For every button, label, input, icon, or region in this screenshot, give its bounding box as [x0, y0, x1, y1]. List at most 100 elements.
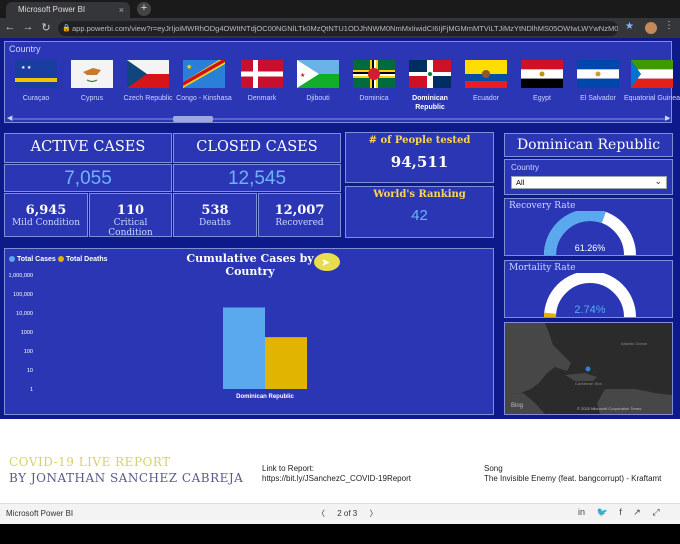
page-navigator: 〈 2 of 3 〉	[312, 508, 382, 519]
scroll-right-icon[interactable]: ▶	[665, 114, 670, 122]
active-cases-card: 7,055	[4, 164, 172, 192]
legend-dot	[58, 256, 64, 263]
menu-icon[interactable]: ⋮	[664, 20, 674, 31]
people-tested-value: 94,511	[390, 153, 449, 171]
flag-egypt[interactable]	[521, 60, 563, 88]
y-tick-label: 100,000	[13, 292, 33, 298]
map-visual[interactable]: Atlantic Ocean Caribbean Sea Bing © 2020…	[504, 322, 673, 415]
new-tab-button[interactable]: +	[137, 2, 151, 16]
country-label[interactable]: Czech Republic	[119, 94, 177, 103]
flag-djibouti[interactable]: ★	[297, 60, 339, 88]
reload-icon[interactable]: ↻	[40, 21, 52, 34]
dropdown-label: Country	[511, 163, 540, 172]
closed-cases-header: CLOSED CASES	[173, 133, 341, 163]
twitter-icon[interactable]: 🐦	[597, 507, 608, 517]
scroll-thumb[interactable]	[173, 116, 213, 122]
report-author: BY JONATHAN SANCHEZ CABREJA	[9, 471, 244, 485]
bottom-bar	[0, 524, 680, 544]
map-canvas: Atlantic Ocean Caribbean Sea Bing © 2020…	[505, 323, 672, 414]
star-icon[interactable]: ★	[625, 21, 634, 32]
legend-label: Total Cases	[17, 256, 56, 263]
address-bar[interactable]: 🔒 app.powerbi.com/view?r=eyJrIjoiMWRhODg…	[58, 21, 618, 36]
mild-condition-value: 6,945	[25, 203, 67, 218]
bar-total-deaths[interactable]	[265, 337, 307, 389]
legend-dot	[9, 256, 15, 263]
report-title: COVID-19 LIVE REPORT	[9, 455, 171, 469]
scroll-track	[13, 118, 669, 120]
scroll-left-icon[interactable]: ◀	[7, 114, 12, 122]
closed-cases-card: 12,545	[173, 164, 341, 192]
flag-equatorial-guinea[interactable]	[631, 60, 673, 88]
report-link[interactable]: https://bit.ly/JSanchezC_COVID-19Report	[262, 474, 411, 483]
country-label[interactable]: Curaçao	[7, 94, 65, 103]
map-label-ocean: Atlantic Ocean	[621, 341, 647, 346]
active-cases-value: 7,055	[64, 168, 112, 189]
prev-page-icon[interactable]: 〈	[317, 509, 325, 518]
page: Microsoft Power BI × + ← → ↻ 🔒 app.power…	[0, 0, 680, 544]
avatar[interactable]	[645, 22, 657, 34]
country-label[interactable]: Egypt	[513, 94, 571, 103]
y-tick-label: 10	[27, 368, 33, 374]
country-label[interactable]: Equatorial Guinea	[623, 94, 680, 103]
chevron-down-icon: ⌄	[654, 176, 662, 186]
svg-text:★: ★	[300, 72, 305, 79]
world-ranking-card: World's Ranking 42	[345, 186, 494, 238]
cumulative-cases-chart: Total Cases Total Deaths Cumulative Case…	[4, 248, 494, 415]
x-tick-label: Dominican Republic	[236, 394, 294, 400]
closed-cases-title: CLOSED CASES	[196, 139, 318, 155]
country-label[interactable]: Dominica	[345, 94, 403, 103]
flag-czech-republic[interactable]	[127, 60, 169, 88]
fullscreen-icon[interactable]: ⤢	[652, 507, 659, 517]
people-tested-title: # of People tested	[368, 135, 471, 146]
country-name-card: Dominican Republic	[504, 133, 673, 157]
y-tick-label: 1,000,000	[9, 273, 33, 279]
share-icons: in 🐦 f ↗ ⤢	[578, 507, 669, 518]
deaths-value: 538	[201, 203, 229, 218]
lock-icon: 🔒	[62, 25, 71, 32]
recovered-value: 12,007	[274, 203, 325, 218]
flag-congo-kinshasa[interactable]: ★	[183, 60, 225, 88]
song-label: Song	[484, 464, 503, 473]
linkedin-icon[interactable]: in	[578, 507, 585, 517]
next-page-icon[interactable]: 〉	[369, 509, 377, 518]
facebook-icon[interactable]: f	[619, 507, 622, 517]
country-dropdown[interactable]: All ⌄	[511, 176, 667, 189]
country-label[interactable]: Ecuador	[457, 94, 515, 103]
browser-tab[interactable]: Microsoft Power BI ×	[6, 2, 130, 18]
url-text: app.powerbi.com/view?r=eyJrIjoiMWRhODg4O…	[72, 24, 618, 33]
back-icon[interactable]: ←	[4, 21, 16, 33]
flag-dominican-republic[interactable]	[409, 60, 451, 88]
bar-total-cases[interactable]	[223, 307, 265, 389]
flag-denmark[interactable]	[241, 60, 283, 88]
legend-total-deaths[interactable]: Total Deaths	[58, 256, 108, 263]
tab-title: Microsoft Power BI	[18, 5, 86, 14]
svg-text:★: ★	[186, 63, 192, 71]
flag-dominica[interactable]	[353, 60, 395, 88]
y-tick-label: 100	[24, 349, 33, 355]
mortality-rate-title: Mortality Rate	[509, 263, 576, 273]
country-label[interactable]: Congo - Kinshasa	[175, 94, 233, 103]
slicer-title: Country	[9, 44, 41, 54]
country-name: Dominican Republic	[516, 137, 661, 153]
slicer-scrollbar[interactable]: ◀ ▶	[7, 114, 670, 122]
flag-el-salvador[interactable]	[577, 60, 619, 88]
legend-total-cases[interactable]: Total Cases	[9, 256, 56, 263]
cursor-icon: ➤	[321, 257, 331, 269]
flag-cyprus[interactable]	[71, 60, 113, 88]
share-icon[interactable]: ↗	[633, 507, 641, 517]
country-label[interactable]: El Salvador	[569, 94, 627, 103]
forward-icon[interactable]: →	[22, 21, 34, 33]
y-tick-label: 1	[30, 387, 33, 393]
report-canvas: Country ★ ★ ★ ★ Curaçao Cyprus Czech Rep…	[0, 38, 680, 419]
country-label-selected[interactable]: Dominican Republic	[401, 94, 459, 112]
flag-ecuador[interactable]	[465, 60, 507, 88]
country-label[interactable]: Djibouti	[289, 94, 347, 103]
mortality-rate-card: Mortality Rate 2.74%	[504, 260, 673, 318]
country-label[interactable]: Cyprus	[63, 94, 121, 103]
svg-text:★ ★: ★ ★	[21, 65, 32, 71]
flag-curacao[interactable]: ★ ★	[15, 60, 57, 88]
legend-label: Total Deaths	[66, 256, 108, 263]
recovery-gauge: 61.26%	[544, 211, 636, 256]
country-label[interactable]: Denmark	[233, 94, 291, 103]
close-icon[interactable]: ×	[119, 2, 124, 18]
